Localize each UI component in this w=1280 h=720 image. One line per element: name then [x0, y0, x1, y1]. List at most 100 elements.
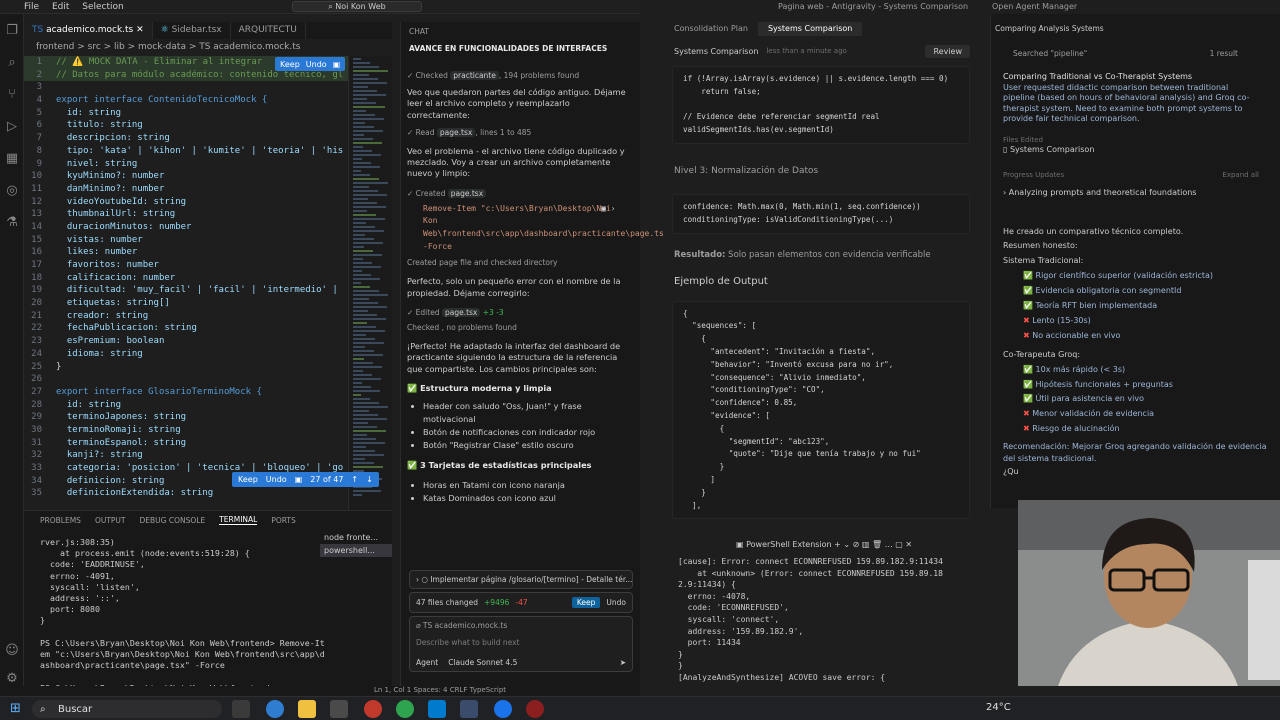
windows-start-icon[interactable]: ⊞ — [10, 701, 21, 716]
code-line: 6 titulo: string — [24, 119, 348, 132]
diff-icon[interactable]: ▣ — [333, 60, 341, 69]
breadcrumb[interactable]: frontend > src > lib > mock-data > TS ac… — [24, 40, 392, 54]
tab-sidebar[interactable]: ⚛ Sidebar.tsx — [153, 22, 231, 39]
arrow-down-icon[interactable]: ↓ — [366, 475, 373, 484]
chrome-icon[interactable] — [396, 700, 414, 718]
minimap-line — [353, 430, 386, 432]
minimap-line — [353, 226, 375, 228]
webcam-overlay — [1018, 500, 1280, 686]
minimap-line — [353, 350, 374, 352]
command-center[interactable]: ⌕ Noi Kon Web — [292, 1, 422, 12]
minimap-line — [353, 302, 378, 304]
comparison-item: ✅ Teoría RFT bien implementada — [1023, 301, 1158, 311]
taskbar-search[interactable]: ⌕ Buscar — [32, 700, 222, 718]
terminal-list: node fronte... powershell... — [320, 531, 392, 557]
minimap-line — [353, 202, 377, 204]
result-text: Resultado: Solo pasan elementos con evid… — [674, 249, 931, 260]
antigravity-icon[interactable] — [460, 700, 478, 718]
test-icon[interactable]: ⚗ — [0, 206, 24, 238]
menu-edit[interactable]: Edit — [52, 0, 69, 14]
tab-ports[interactable]: PORTS — [271, 516, 295, 525]
minimap-line — [353, 166, 380, 168]
terminal-item-powershell[interactable]: powershell... — [320, 544, 392, 557]
app-icon-dark[interactable] — [526, 700, 544, 718]
minimap-line — [353, 138, 373, 140]
tab-systems-comparison[interactable]: Systems Comparison — [757, 22, 863, 36]
todo-item[interactable]: › ○ Implementar página /glosario/[termin… — [409, 570, 633, 589]
chat-input[interactable]: Describe what to build next — [416, 638, 626, 647]
store-icon[interactable] — [330, 700, 348, 718]
tab-academico-mock[interactable]: TS academico.mock.ts ✕ — [24, 22, 153, 39]
paperclip-icon[interactable]: ⌀ — [416, 621, 423, 630]
search-result[interactable]: Searched "pipeline" — [1013, 49, 1087, 58]
edited-file-link[interactable]: ▯ Systems Comparison — [1003, 145, 1259, 156]
edge-icon[interactable] — [266, 700, 284, 718]
tab-arquitectura[interactable]: ARQUITECTU — [231, 22, 306, 39]
run-debug-icon[interactable]: ▷ — [0, 110, 24, 142]
terminal-item-node[interactable]: node fronte... — [320, 531, 392, 544]
undo-all-button[interactable]: Undo — [606, 598, 626, 607]
minimap-line — [353, 250, 373, 252]
close-icon[interactable]: ✕ — [136, 25, 144, 35]
agent-mode-select[interactable]: Agent — [416, 658, 438, 667]
code-line: 16 likes: number — [24, 246, 348, 259]
minimap-line — [353, 330, 385, 332]
arrow-up-icon[interactable]: ↑ — [351, 475, 358, 484]
task-view-icon[interactable] — [232, 700, 250, 718]
extensions-icon[interactable]: ▦ — [0, 142, 24, 174]
minimap-line — [353, 158, 362, 160]
menu-file[interactable]: File — [24, 0, 39, 14]
code-block: confidence: Math.max(0, Math.min(1, seq.… — [672, 193, 970, 234]
model-select[interactable]: Claude Sonnet 4.5 — [448, 658, 517, 667]
review-button[interactable]: Review — [925, 44, 970, 58]
minimap-line — [353, 426, 377, 428]
tab-debug-console[interactable]: DEBUG CONSOLE — [140, 516, 206, 525]
attached-file[interactable]: ⌀ TS academico.mock.ts — [416, 621, 626, 630]
tab-output[interactable]: OUTPUT — [95, 516, 126, 525]
powershell-tab[interactable]: ▣ PowerShell Extension + ⌄ ⊘ ▥ 🗑 … ▢ ✕ — [736, 540, 912, 549]
minimap-line — [353, 370, 363, 372]
diff-icon[interactable]: ▣ — [295, 475, 303, 484]
chrome-icon-2[interactable] — [494, 700, 512, 718]
source-control-icon[interactable]: ⑂ — [0, 78, 24, 110]
tab-terminal[interactable]: TERMINAL — [219, 515, 258, 525]
code-line: 29 terminoJapones: string — [24, 411, 348, 424]
file-explorer-icon[interactable] — [298, 700, 316, 718]
open-agent-manager-link[interactable]: Open Agent Manager — [992, 2, 1077, 11]
undo-button[interactable]: Undo — [266, 475, 287, 484]
created-step: ✓ Created page.tsx — [407, 188, 635, 199]
comparison-item: ✖ Menor validación de evidencia — [1023, 409, 1155, 419]
chat-input-box[interactable]: ⌀ TS academico.mock.ts Describe what to … — [409, 616, 633, 672]
line-number: 30 — [31, 424, 42, 435]
line-number: 1 — [36, 57, 42, 67]
powershell-output[interactable]: [cause]: Error: connect ECONNREFUSED 159… — [678, 556, 978, 684]
line-text: terminoJapones: string — [56, 412, 187, 423]
search-icon[interactable]: ⌕ — [0, 46, 24, 78]
keep-button[interactable]: Keep — [280, 60, 300, 69]
weather-temp[interactable]: 24°C — [986, 702, 1011, 713]
expand-all-button[interactable]: Expand all — [1222, 170, 1259, 181]
line-number: 31 — [31, 437, 42, 448]
explorer-icon[interactable]: ❐ — [0, 14, 24, 46]
keep-button[interactable]: Keep — [238, 475, 258, 484]
tab-consolidation-plan[interactable]: Consolidation Plan — [664, 22, 758, 36]
minimap-line — [353, 334, 366, 336]
minimap[interactable] — [348, 56, 392, 510]
send-icon[interactable]: ➤ — [620, 658, 626, 667]
open-terminal-icon[interactable]: ▣ › — [601, 203, 615, 216]
remote-icon[interactable]: ◎ — [0, 174, 24, 206]
vscode-icon[interactable] — [428, 700, 446, 718]
vscode-title-bar: File Edit Selection ⌕ Noi Kon Web — [0, 0, 640, 14]
command-block[interactable]: Remove-Item "c:\Users\Bryan\Desktop\Noi … — [423, 203, 673, 253]
app-icon-red[interactable] — [364, 700, 382, 718]
minimap-line — [353, 314, 377, 316]
section-heading: ✅ 3 Tarjetas de estadísticas principales — [407, 460, 592, 471]
menu-selection[interactable]: Selection — [82, 0, 123, 14]
line-text: titulo: string — [56, 120, 143, 131]
code-editor[interactable]: 1 // ⚠️ MOCK DATA - Eliminar al integrar 2… — [24, 56, 348, 510]
undo-button[interactable]: Undo — [306, 60, 327, 69]
tab-problems[interactable]: PROBLEMS — [40, 516, 81, 525]
keep-all-button[interactable]: Keep — [571, 597, 601, 608]
panel-tabs: PROBLEMS OUTPUT DEBUG CONSOLE TERMINAL P… — [24, 511, 392, 529]
terminal-output[interactable]: rver.js:308:35) at process.emit (node:ev… — [40, 537, 325, 694]
